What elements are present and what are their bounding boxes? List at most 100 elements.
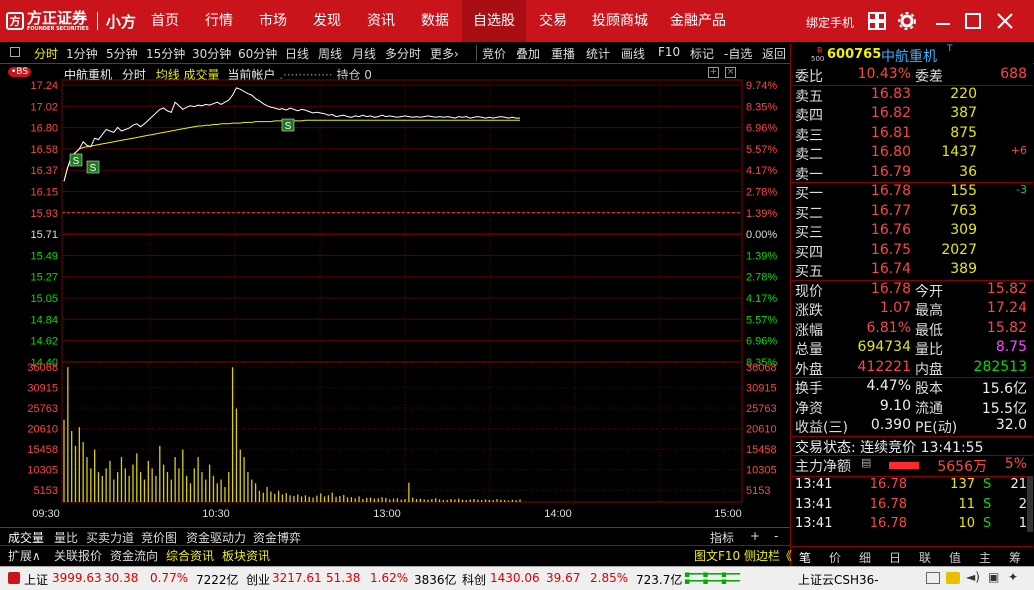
tool-draw[interactable]: 画线 (621, 45, 645, 62)
panel-tab[interactable]: 价 (829, 549, 841, 566)
tool-remove-watch[interactable]: -自选 (724, 45, 752, 62)
period-tab-30min[interactable]: 30分钟 (192, 45, 231, 62)
tab-volume-ratio[interactable]: 量比 (54, 529, 78, 546)
r-mark: R (817, 46, 823, 55)
period-tab-multi[interactable]: 多分时 (385, 45, 421, 62)
stock-code[interactable]: 600765 (827, 47, 881, 62)
tool-f10[interactable]: F10 (658, 45, 680, 59)
tab-buy-sell-force[interactable]: 买卖力道 (86, 529, 134, 546)
panel-tab[interactable]: 日 (889, 549, 901, 566)
nav-quotes[interactable]: 行情 (192, 0, 246, 42)
indicator-button[interactable]: 指标 (710, 529, 734, 546)
tick-time: 13:41 (795, 496, 833, 512)
tab-related-quotes[interactable]: 关联报价 (54, 547, 102, 564)
sound-icon[interactable]: ◄) (966, 570, 980, 584)
quote-label2: 最低 (915, 322, 943, 339)
period-tab-month[interactable]: 月线 (352, 45, 376, 62)
tool-auction[interactable]: 竞价 (482, 45, 506, 62)
tool-back[interactable]: 返回 (762, 45, 786, 62)
tool-stats[interactable]: 统计 (586, 45, 610, 62)
panel-tab[interactable]: 值 (949, 549, 961, 566)
panel-tab[interactable]: 细 (859, 549, 871, 566)
ask-volume: 36 (959, 163, 977, 180)
close-icon[interactable] (996, 12, 1014, 30)
trading-status-row: 交易状态: 连续竞价 13:41:55 (791, 437, 1033, 456)
nav-home[interactable]: 首页 (138, 0, 192, 42)
bind-phone-link[interactable]: 绑定手机 (806, 14, 854, 31)
bid-row[interactable]: 买五 16.74 389 (791, 261, 1033, 280)
ask-row[interactable]: 卖二 16.80 1437 +6 (791, 144, 1033, 163)
folder-icon[interactable] (946, 572, 960, 584)
period-tab-5min[interactable]: 5分钟 (106, 45, 138, 62)
ask-row[interactable]: 卖四 16.82 387 (791, 105, 1033, 124)
layout-icon[interactable] (10, 47, 20, 57)
minimize-icon[interactable] (934, 12, 952, 30)
tab-general-news[interactable]: 综合资讯 (166, 547, 214, 564)
ticker-text[interactable]: 上证云CSH36- (798, 571, 879, 588)
nav-financial-products[interactable]: 金融产品 (660, 0, 736, 42)
pct-tick-label: 2.78% (746, 272, 777, 284)
gear-icon[interactable] (898, 12, 916, 30)
sell-marker-label: S (73, 156, 80, 167)
ask-row[interactable]: 卖五 16.83 220 (791, 86, 1033, 105)
f10-button[interactable]: 图文F10 (694, 547, 740, 564)
lock-icon[interactable]: ▣ (988, 570, 999, 584)
window-icon[interactable] (926, 572, 940, 584)
period-tab-more[interactable]: 更多› (430, 45, 459, 62)
bid-row[interactable]: 买三 16.76 309 (791, 222, 1033, 241)
nav-market[interactable]: 市场 (246, 0, 300, 42)
nav-discover[interactable]: 发现 (300, 0, 354, 42)
tab-capital-game[interactable]: 资金博弈 (253, 529, 301, 546)
r-num: 500 (811, 55, 825, 63)
tick-side: S (983, 496, 992, 512)
index-name-sh[interactable]: 上证 (24, 571, 48, 588)
period-tab-15min[interactable]: 15分钟 (146, 45, 185, 62)
grid-menu-icon[interactable] (868, 12, 886, 30)
index-name-kc[interactable]: 科创 (462, 571, 486, 588)
index-name-cy[interactable]: 创业 (246, 571, 270, 588)
nav-data[interactable]: 数据 (408, 0, 462, 42)
period-tab-intraday[interactable]: 分时 (34, 45, 58, 62)
period-tab-day[interactable]: 日线 (285, 45, 309, 62)
period-tab-60min[interactable]: 60分钟 (238, 45, 277, 62)
index-amount-kc: 723.7亿 (636, 573, 683, 587)
tick-scrollbar[interactable] (1027, 475, 1033, 532)
panel-tab[interactable]: 主 (979, 549, 991, 566)
tool-mark[interactable]: 标记 (690, 45, 714, 62)
tab-auction-chart[interactable]: 竞价图 (141, 529, 177, 546)
settings-small-icon[interactable]: ✦ (1008, 570, 1018, 584)
bid-row[interactable]: 买四 16.75 2027 (791, 242, 1033, 261)
quote-label: 现价 (795, 283, 823, 300)
panel-tab[interactable]: 筹 (1009, 549, 1021, 566)
nav-news[interactable]: 资讯 (354, 0, 408, 42)
tab-capital-flow[interactable]: 资金流向 (110, 547, 158, 564)
nav-watchlist[interactable]: 自选股 (462, 0, 526, 42)
sidebar-toggle[interactable]: 侧边栏《 (744, 547, 792, 564)
main-force-row[interactable]: 主力净额 ▤ 5656万 5% (791, 456, 1033, 475)
tool-replay[interactable]: 重播 (551, 45, 575, 62)
tab-expand[interactable]: 扩展∧ (8, 547, 41, 564)
nav-advisor-mall[interactable]: 投顾商城 (580, 0, 660, 42)
panel-tab[interactable]: 联 (919, 549, 931, 566)
remove-indicator-button[interactable]: - (774, 529, 778, 543)
intraday-chart[interactable]: •BS 中航重机 分时 均线 成交量 当前帐户 .············· 持… (0, 64, 790, 526)
bid-row[interactable]: 买二 16.77 763 (791, 203, 1033, 222)
tab-capital-drive[interactable]: 资金驱动力 (186, 529, 246, 546)
nav-trade[interactable]: 交易 (526, 0, 580, 42)
ask-row[interactable]: 卖三 16.81 875 (791, 125, 1033, 144)
price-line (63, 87, 520, 182)
tab-volume[interactable]: 成交量 (8, 529, 44, 546)
index-value-sh: 3999.63 (52, 571, 102, 585)
add-indicator-button[interactable]: + (750, 529, 760, 543)
stock-name[interactable]: 中航重机 (881, 46, 937, 66)
ask-change: +6 (1010, 144, 1027, 157)
panel-tab[interactable]: 笔 (799, 549, 811, 566)
tool-overlay[interactable]: 叠加 (516, 45, 540, 62)
maximize-icon[interactable] (964, 12, 982, 30)
period-tab-1min[interactable]: 1分钟 (66, 45, 98, 62)
period-tab-week[interactable]: 周线 (318, 45, 342, 62)
bid-row[interactable]: 买一 16.78 155 -3 (791, 183, 1033, 202)
ask-row[interactable]: 卖一 16.79 36 (791, 164, 1033, 183)
market-breadth-icon[interactable]: ▪━━━▪━━━▪━━━ ▪━━━▪━━━▪━━━ (684, 571, 784, 587)
tab-sector-news[interactable]: 板块资讯 (222, 547, 270, 564)
